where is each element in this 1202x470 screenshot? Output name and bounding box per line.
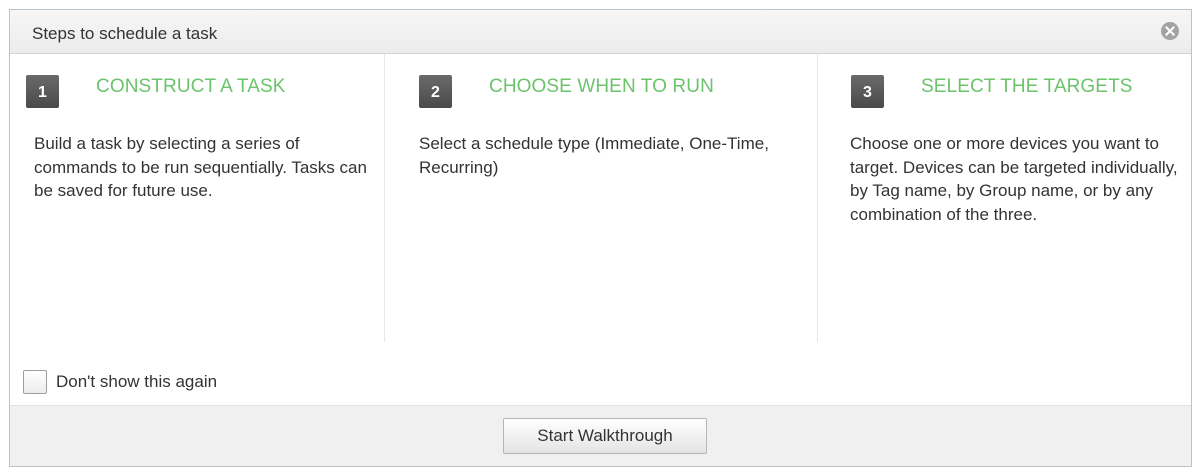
schedule-task-dialog: Steps to schedule a task 1 CONSTRUCT A T… (9, 9, 1192, 467)
step-1-panel: 1 CONSTRUCT A TASK Build a task by selec… (10, 54, 384, 342)
dialog-footer: Start Walkthrough (10, 405, 1191, 466)
step-3-number-badge: 3 (851, 75, 884, 108)
close-icon[interactable] (1161, 22, 1179, 40)
step-1-description: Build a task by selecting a series of co… (34, 134, 367, 200)
dont-show-again-label[interactable]: Don't show this again (56, 372, 217, 392)
steps-container: 1 CONSTRUCT A TASK Build a task by selec… (10, 54, 1191, 342)
step-3-heading: SELECT THE TARGETS (921, 76, 1133, 97)
step-1-number-badge: 1 (26, 75, 59, 108)
step-2-panel: 2 CHOOSE WHEN TO RUN Select a schedule t… (384, 54, 818, 342)
step-3-panel: 3 SELECT THE TARGETS Choose one or more … (817, 54, 1194, 342)
start-walkthrough-button[interactable]: Start Walkthrough (503, 418, 707, 454)
dialog-title-bar: Steps to schedule a task (10, 10, 1191, 54)
step-3-description: Choose one or more devices you want to t… (850, 134, 1178, 224)
dialog-title: Steps to schedule a task (32, 24, 218, 43)
step-2-heading: CHOOSE WHEN TO RUN (489, 76, 714, 97)
dont-show-again-checkbox[interactable] (23, 370, 47, 394)
step-1-heading: CONSTRUCT A TASK (96, 76, 286, 97)
step-2-number-badge: 2 (419, 75, 452, 108)
step-2-description: Select a schedule type (Immediate, One-T… (419, 134, 769, 177)
